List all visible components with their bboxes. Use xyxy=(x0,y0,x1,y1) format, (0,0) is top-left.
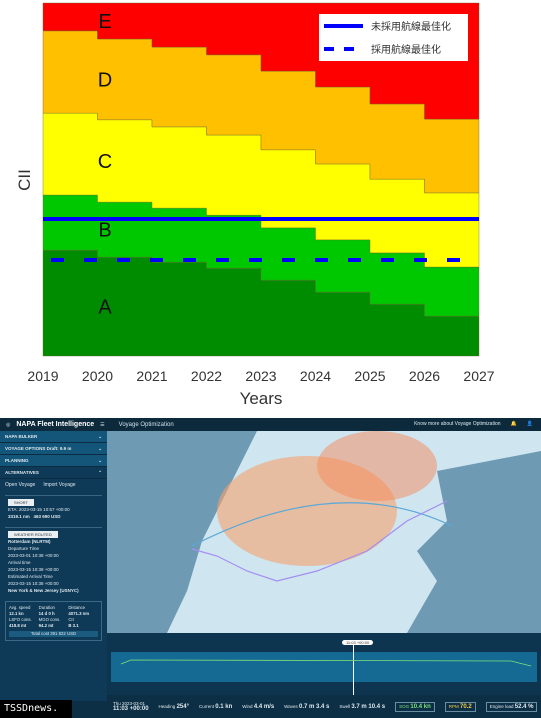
x-tick-label: 2027 xyxy=(463,368,494,384)
section-voyage-options[interactable]: VOYAGE OPTIONS Draft: 9.9 m ⌄ xyxy=(0,443,107,455)
section-bulker[interactable]: NAPA BULKER ⌄ xyxy=(0,431,107,443)
know-more-link[interactable]: Know more about Voyage Optimization xyxy=(414,421,500,427)
route-map[interactable] xyxy=(107,431,541,633)
band-label-C: C xyxy=(98,151,112,173)
x-tick-label: 2020 xyxy=(82,368,113,384)
voyage-stats: Avg. speed 12.1 kn Duration 14 d 0 h Dista… xyxy=(5,601,102,641)
legend-label-0: 未採用航線最佳化 xyxy=(371,20,451,33)
user-icon[interactable]: 👤 xyxy=(527,421,533,427)
open-voyage-button[interactable]: Open Voyage xyxy=(5,482,35,488)
alternative-b[interactable]: WEATHER ROUTED Rotterdam (NLRTM) Departu… xyxy=(5,527,102,597)
band-label-B: B xyxy=(98,220,111,242)
x-tick-label: 2026 xyxy=(409,368,440,384)
sidebar: NAPA BULKER ⌄ VOYAGE OPTIONS Draft: 9.9 m… xyxy=(0,431,107,701)
y-axis-label: CII xyxy=(15,169,34,191)
section-planning[interactable]: PLANNING ⌄ xyxy=(0,455,107,467)
import-voyage-button[interactable]: Import Voyage xyxy=(43,482,75,488)
alternative-a[interactable]: SHORT ETA: 2023-03-15 10:57 +00:00 3319.… xyxy=(5,495,102,523)
band-label-D: D xyxy=(98,69,112,91)
status-bar: Thu 2023-03-01 11:03 +00:00 Heading 254° … xyxy=(107,695,541,718)
band-label-E: E xyxy=(98,11,111,33)
x-tick-label: 2021 xyxy=(136,368,167,384)
voyage-optimization-screenshot: ◎ NAPA Fleet Intelligence ☰ Voyage Optim… xyxy=(0,418,541,718)
x-tick-label: 2024 xyxy=(300,368,331,384)
page-title: Voyage Optimization xyxy=(118,421,174,428)
x-tick-label: 2023 xyxy=(245,368,276,384)
x-tick-label: 2025 xyxy=(354,368,385,384)
x-tick-label: 2022 xyxy=(191,368,222,384)
section-alternatives[interactable]: ALTERNATIVES ⌃ xyxy=(0,467,107,479)
x-tick-label: 2019 xyxy=(27,368,58,384)
bell-icon[interactable]: 🔔 xyxy=(511,421,517,427)
brand: NAPA Fleet Intelligence xyxy=(16,421,95,428)
legend-label-1: 採用航線最佳化 xyxy=(371,43,441,56)
timeline[interactable]: 11:03 +00:00 xyxy=(107,633,541,695)
menu-icon[interactable]: ☰ xyxy=(100,422,104,428)
cii-chart: A B C D E 2019 2020 2021 2022 2023 2024 2025 2026 202… xyxy=(15,2,495,408)
x-axis-label: Years xyxy=(240,389,283,408)
watermark: TSSDnews. xyxy=(0,700,72,718)
band-label-A: A xyxy=(98,297,112,319)
logo-icon: ◎ xyxy=(6,421,11,428)
app-header: ◎ NAPA Fleet Intelligence ☰ Voyage Optim… xyxy=(0,418,541,431)
time-marker[interactable]: 11:03 +00:00 xyxy=(342,640,374,645)
